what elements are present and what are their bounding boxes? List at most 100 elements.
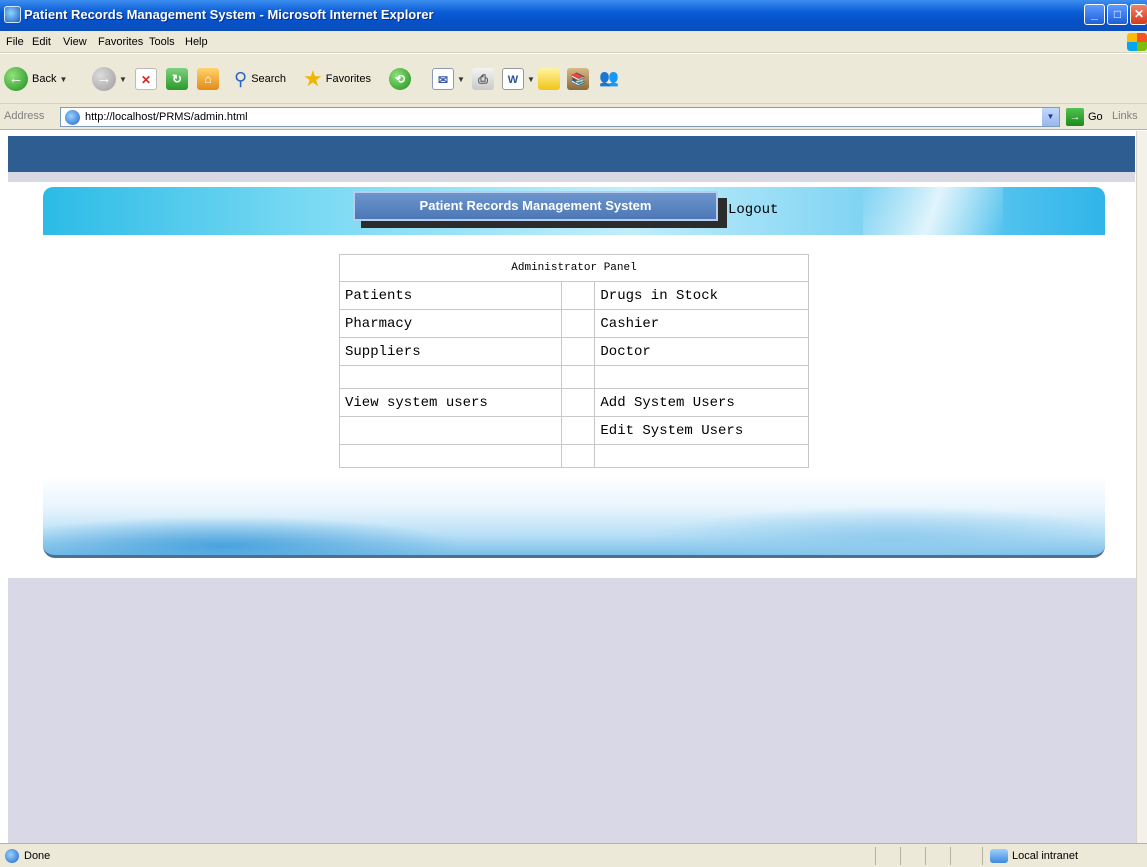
- star-icon: ★: [303, 66, 323, 91]
- history-button[interactable]: ⟲: [389, 66, 411, 92]
- back-label: Back: [32, 73, 57, 85]
- minimize-button[interactable]: _: [1084, 4, 1105, 25]
- address-label: Address: [4, 110, 45, 122]
- menu-favorites[interactable]: Favorites: [98, 36, 143, 48]
- administrator-panel-table: Administrator Panel Patients Drugs in St…: [339, 254, 809, 468]
- address-url: http://localhost/PRMS/admin.html: [85, 111, 248, 123]
- address-dropdown-icon[interactable]: ▼: [1042, 108, 1059, 126]
- research-button[interactable]: 📚: [567, 66, 589, 92]
- table-row: Patients Drugs in Stock: [339, 281, 809, 310]
- panel-title: Administrator Panel: [339, 254, 809, 282]
- menu-file[interactable]: File: [6, 36, 24, 48]
- links-button[interactable]: Links: [1112, 110, 1138, 122]
- drugs-in-stock-link[interactable]: Drugs in Stock: [594, 281, 809, 310]
- status-divider: [950, 847, 951, 865]
- edit-system-users-link[interactable]: Edit System Users: [594, 416, 809, 445]
- forward-arrow-icon: →: [92, 67, 116, 91]
- menu-edit[interactable]: Edit: [32, 36, 51, 48]
- back-arrow-icon: ←: [4, 67, 28, 91]
- title-bar: Patient Records Management System - Micr…: [0, 0, 1147, 31]
- address-bar: Address http://localhost/PRMS/admin.html…: [0, 104, 1147, 130]
- wave-decoration: [43, 516, 463, 555]
- forward-button[interactable]: → ▼: [92, 66, 127, 92]
- table-cell: [339, 444, 562, 468]
- mail-icon: ✉: [432, 68, 454, 90]
- print-icon: ⎙: [472, 68, 494, 90]
- wave-decoration: [643, 506, 1105, 555]
- doctor-link[interactable]: Doctor: [594, 337, 809, 366]
- intranet-zone-icon: [990, 849, 1008, 863]
- security-zone-label: Local intranet: [1012, 850, 1079, 862]
- page-viewport: Patient Records Management System Logout…: [0, 131, 1136, 843]
- history-icon: ⟲: [389, 68, 411, 90]
- address-input[interactable]: http://localhost/PRMS/admin.html ▼: [60, 107, 1060, 127]
- favorites-label: Favorites: [325, 73, 371, 85]
- table-row: Edit System Users: [339, 416, 809, 445]
- header-strip: [8, 172, 1135, 182]
- table-row: Suppliers Doctor: [339, 337, 809, 366]
- stop-button[interactable]: ✕: [135, 66, 157, 92]
- favorites-button[interactable]: ★ Favorites: [303, 66, 371, 92]
- word-edit-icon: W: [502, 68, 524, 90]
- table-cell: [594, 444, 809, 468]
- status-divider: [875, 847, 876, 865]
- status-text: Done: [24, 850, 51, 862]
- chevron-down-icon: ▼: [527, 74, 535, 84]
- vertical-scrollbar[interactable]: [1136, 131, 1147, 843]
- refresh-icon: ↻: [166, 68, 188, 90]
- home-icon: ⌂: [197, 68, 219, 90]
- research-book-icon: 📚: [567, 68, 589, 90]
- edit-button[interactable]: W ▼: [502, 66, 535, 92]
- table-row: [339, 444, 809, 468]
- go-label: Go: [1088, 111, 1103, 123]
- search-label: Search: [251, 73, 287, 85]
- page-background-lower: [8, 578, 1136, 843]
- toolbar: ← Back ▼ → ▼ ✕ ↻ ⌂ ⚲ Search ★ Favorites …: [0, 54, 1147, 104]
- chevron-down-icon: ▼: [59, 74, 68, 84]
- table-cell: [594, 365, 809, 389]
- cashier-link[interactable]: Cashier: [594, 309, 809, 338]
- menu-help[interactable]: Help: [185, 36, 208, 48]
- menu-tools[interactable]: Tools: [149, 36, 175, 48]
- patients-link[interactable]: Patients: [339, 281, 562, 310]
- table-cell: [339, 365, 562, 389]
- table-cell: [560, 337, 596, 366]
- table-cell: [560, 444, 596, 468]
- table-row: View system users Add System Users: [339, 388, 809, 417]
- system-title: Patient Records Management System: [353, 191, 718, 221]
- refresh-button[interactable]: ↻: [166, 66, 188, 92]
- table-cell: [560, 365, 596, 389]
- banner-shine: [863, 187, 1003, 235]
- menu-bar: File Edit View Favorites Tools Help: [0, 31, 1147, 53]
- close-button[interactable]: ✕: [1130, 4, 1147, 25]
- search-icon: ⚲: [234, 68, 248, 89]
- table-row: Pharmacy Cashier: [339, 309, 809, 338]
- stop-icon: ✕: [135, 68, 157, 90]
- table-cell: [560, 388, 596, 417]
- print-button[interactable]: ⎙: [472, 66, 494, 92]
- messenger-button[interactable]: 👥: [598, 66, 620, 92]
- window-title: Patient Records Management System - Micr…: [24, 7, 434, 22]
- discuss-button[interactable]: [538, 66, 560, 92]
- mail-button[interactable]: ✉ ▼: [432, 66, 465, 92]
- done-page-icon: [5, 849, 19, 863]
- table-row: [339, 365, 809, 389]
- maximize-button[interactable]: □: [1107, 4, 1128, 25]
- table-cell: [560, 416, 596, 445]
- view-system-users-link[interactable]: View system users: [339, 388, 562, 417]
- logout-link[interactable]: Logout: [728, 202, 778, 218]
- status-divider: [982, 847, 983, 865]
- header-band: [8, 136, 1135, 172]
- folder-icon: [538, 68, 560, 90]
- back-button[interactable]: ← Back ▼: [4, 66, 67, 92]
- menu-view[interactable]: View: [63, 36, 87, 48]
- suppliers-link[interactable]: Suppliers: [339, 337, 562, 366]
- pharmacy-link[interactable]: Pharmacy: [339, 309, 562, 338]
- go-button[interactable]: → Go: [1066, 108, 1103, 126]
- add-system-users-link[interactable]: Add System Users: [594, 388, 809, 417]
- home-button[interactable]: ⌂: [197, 66, 219, 92]
- search-button[interactable]: ⚲ Search: [234, 66, 286, 92]
- ie-app-icon[interactable]: [4, 6, 21, 23]
- table-cell: [560, 281, 596, 310]
- page-icon: [65, 110, 80, 125]
